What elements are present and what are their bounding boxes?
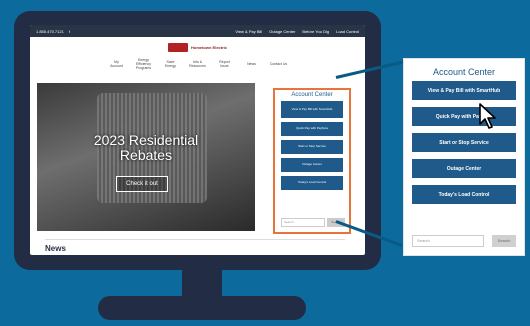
nav-item-my-account[interactable]: My Account — [108, 60, 126, 68]
hero-banner: 2023 Residential Rebates Check it out — [37, 83, 255, 231]
facebook-icon[interactable]: f — [69, 29, 70, 34]
monitor-frame: 1.855.470.7121 f View & Pay Bill Outage … — [14, 11, 381, 270]
toplink-before-dig[interactable]: Before You Dig — [302, 29, 329, 34]
callout-view-pay-bill-button[interactable]: View & Pay Bill with SmartHub — [412, 81, 516, 100]
callout-quick-pay-button[interactable]: Quick Pay with PayNow — [412, 107, 516, 126]
website-screen: 1.855.470.7121 f View & Pay Bill Outage … — [30, 25, 365, 255]
monitor-base — [98, 296, 306, 320]
callout-search-button[interactable]: Search — [492, 235, 516, 247]
callout-start-stop-service-button[interactable]: Start or Stop Service — [412, 133, 516, 152]
account-center-title: Account Center — [291, 92, 333, 98]
quick-pay-button[interactable]: Quick Pay with PayNow — [281, 122, 343, 136]
account-center-zoom-callout: Account Center View & Pay Bill with Smar… — [403, 58, 525, 256]
divider — [45, 239, 345, 240]
nav-item-programs[interactable]: Energy Efficiency Programs — [135, 58, 153, 70]
nav-item-save-energy[interactable]: Save Energy — [162, 60, 180, 68]
load-control-button[interactable]: Today's Load Control — [281, 176, 343, 190]
phone-number[interactable]: 1.855.470.7121 — [36, 29, 64, 34]
start-stop-service-button[interactable]: Start or Stop Service — [281, 140, 343, 154]
toplink-pay-bill[interactable]: View & Pay Bill — [235, 29, 262, 34]
callout-outage-center-button[interactable]: Outage Center — [412, 159, 516, 178]
toplink-outage[interactable]: Outage Center — [269, 29, 295, 34]
logo-text: Hometown Electric — [190, 44, 227, 50]
view-pay-bill-button[interactable]: View & Pay Bill with SmartHub — [281, 101, 343, 118]
toplink-load-control[interactable]: Load Control — [336, 29, 359, 34]
top-bar: 1.855.470.7121 f View & Pay Bill Outage … — [30, 25, 365, 37]
mouse-pointer-icon — [479, 103, 496, 129]
hero-title: 2023 Residential Rebates — [93, 132, 199, 163]
news-heading: News — [45, 244, 66, 253]
nav-item-contact[interactable]: Contact Us — [270, 62, 288, 66]
search-input[interactable]: Search — [281, 218, 325, 227]
check-it-out-button[interactable]: Check it out — [116, 176, 168, 192]
main-nav: My Account Energy Efficiency Programs Sa… — [30, 57, 365, 71]
nav-item-report[interactable]: Report Issue — [216, 60, 234, 68]
logo-mark-icon — [167, 42, 188, 52]
nav-item-info[interactable]: Info & Resources — [189, 60, 207, 68]
callout-search-input[interactable]: Search — [412, 235, 484, 247]
callout-title: Account Center — [432, 67, 496, 77]
logo[interactable]: Hometown Electric — [30, 37, 365, 57]
outage-center-button[interactable]: Outage Center — [281, 158, 343, 172]
account-center-panel: Account Center View & Pay Bill with Smar… — [273, 88, 351, 234]
callout-load-control-button[interactable]: Today's Load Control — [412, 185, 516, 204]
nav-item-news[interactable]: News — [243, 62, 261, 66]
